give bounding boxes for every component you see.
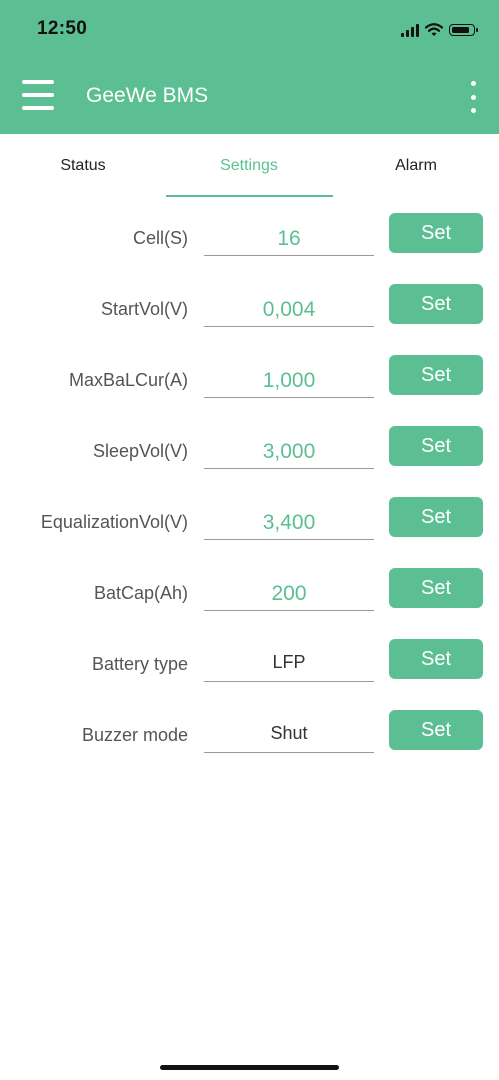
setting-label: BatCap(Ah) — [93, 583, 188, 603]
setting-label: EqualizationVol(V) — [40, 512, 188, 532]
tab-alarm[interactable]: Alarm — [333, 134, 499, 198]
app-title: GeeWe BMS — [86, 84, 209, 107]
equalization-vol-field[interactable]: 3,400 — [204, 507, 374, 540]
set-start-vol-button[interactable]: Set — [389, 284, 483, 324]
set-max-bal-cur-button[interactable]: Set — [389, 355, 483, 395]
tab-status[interactable]: Status — [0, 134, 166, 198]
start-vol-field[interactable]: 0,004 — [204, 294, 374, 327]
setting-row-battery-type: Battery type LFP Set — [0, 635, 499, 706]
setting-row-sleep-vol: SleepVol(V) 3,000 Set — [0, 422, 499, 493]
set-sleep-vol-button[interactable]: Set — [389, 426, 483, 466]
status-time: 12:50 — [37, 18, 88, 39]
cell-count-field[interactable]: 16 — [204, 223, 374, 256]
more-vert-icon[interactable] — [469, 81, 477, 113]
tab-settings[interactable]: Settings — [166, 134, 332, 198]
status-icons — [401, 20, 478, 40]
bat-cap-field[interactable]: 200 — [204, 578, 374, 611]
menu-icon[interactable] — [22, 80, 56, 110]
setting-label: Cell(S) — [132, 228, 188, 248]
setting-label: StartVol(V) — [100, 299, 188, 319]
status-bar: 12:50 — [0, 0, 499, 60]
sleep-vol-field[interactable]: 3,000 — [204, 436, 374, 469]
setting-row-start-vol: StartVol(V) 0,004 Set — [0, 280, 499, 351]
active-tab-indicator — [166, 195, 333, 197]
tab-bar: Status Settings Alarm — [0, 134, 499, 198]
setting-label: MaxBaLCur(A) — [68, 370, 188, 390]
setting-row-equalization-vol: EqualizationVol(V) 3,400 Set — [0, 493, 499, 564]
set-bat-cap-button[interactable]: Set — [389, 568, 483, 608]
buzzer-mode-select[interactable]: Shut — [204, 720, 374, 753]
setting-label: Buzzer mode — [81, 725, 188, 745]
set-battery-type-button[interactable]: Set — [389, 639, 483, 679]
setting-row-buzzer-mode: Buzzer mode Shut Set — [0, 706, 499, 777]
wifi-icon — [425, 23, 443, 36]
max-bal-cur-field[interactable]: 1,000 — [204, 365, 374, 398]
set-buzzer-mode-button[interactable]: Set — [389, 710, 483, 750]
signal-icon — [401, 23, 419, 37]
app-header: 12:50 GeeWe BMS — [0, 0, 499, 134]
setting-row-max-bal-cur: MaxBaLCur(A) 1,000 Set — [0, 351, 499, 422]
setting-row-bat-cap: BatCap(Ah) 200 Set — [0, 564, 499, 635]
setting-label: SleepVol(V) — [92, 441, 188, 461]
home-indicator[interactable] — [160, 1065, 339, 1070]
set-equalization-vol-button[interactable]: Set — [389, 497, 483, 537]
setting-label: Battery type — [91, 654, 188, 674]
battery-icon — [449, 24, 478, 36]
setting-row-cell: Cell(S) 16 Set — [0, 209, 499, 280]
set-cell-button[interactable]: Set — [389, 213, 483, 253]
battery-type-select[interactable]: LFP — [204, 649, 374, 682]
